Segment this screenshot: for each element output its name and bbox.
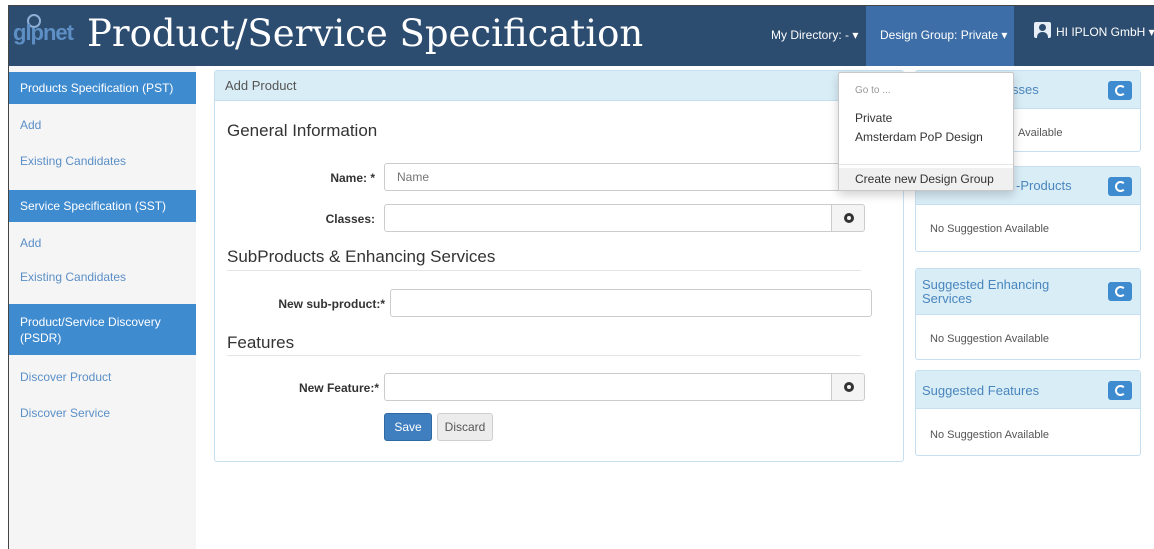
sidebar-heading-pst: Products Specification (PST) (9, 72, 196, 104)
sidebar-link-sst-existing[interactable]: Existing Candidates (20, 270, 126, 284)
suggested-features-card: Suggested Features No Suggestion Availab… (915, 370, 1141, 456)
dropdown-item-private[interactable]: Private (855, 111, 892, 125)
card-body-text: No Suggestion Available (930, 223, 1050, 235)
sidebar-link-pst-add[interactable]: Add (20, 118, 41, 132)
dropdown-item-amsterdam-pop-design[interactable]: Amsterdam PoP Design (855, 130, 983, 144)
classes-label: Classes: (325, 212, 375, 226)
logo[interactable]: glpnet (13, 20, 74, 46)
card-title: Suggested Enhancing Services (922, 277, 1050, 306)
section-divider (227, 355, 861, 356)
card-title: Suggested Features (922, 383, 1040, 398)
card-body-text: No Suggestion Available (930, 333, 1050, 345)
sidebar: Products Specification (PST) Add Existin… (9, 66, 196, 549)
card-heading: Suggested Enhancing Services (916, 269, 1140, 315)
card-heading: Suggested Features (916, 371, 1140, 409)
card-title: sses (1012, 82, 1039, 97)
features-title: Features (227, 333, 295, 352)
refresh-icon[interactable] (1108, 81, 1132, 100)
create-new-design-group[interactable]: Create new Design Group (855, 172, 994, 186)
app-frame: glpnet Product/Service Specification My … (8, 5, 1154, 549)
panel-heading: Add Product (215, 71, 903, 101)
card-body-text: No Suggestion Available (930, 429, 1050, 441)
design-group-dropdown[interactable]: Design Group: Private ▾ (866, 6, 1014, 66)
new-feature-input[interactable] (384, 373, 832, 401)
classes-input[interactable] (384, 204, 832, 232)
new-subproduct-input[interactable] (390, 289, 872, 317)
refresh-icon[interactable] (1108, 381, 1132, 400)
section-divider (227, 270, 861, 271)
add-product-panel: Add Product General Information Name: * … (214, 70, 904, 462)
discard-button[interactable]: Discard (437, 413, 493, 441)
suggested-enhancing-services-card: Suggested Enhancing Services No Suggesti… (915, 268, 1141, 360)
refresh-icon[interactable] (1108, 177, 1132, 196)
sidebar-link-sst-add[interactable]: Add (20, 236, 41, 250)
name-input[interactable] (384, 163, 864, 191)
sidebar-link-discover-product[interactable]: Discover Product (20, 370, 111, 384)
refresh-icon[interactable] (1108, 282, 1132, 301)
design-group-menu: Go to ... Private Amsterdam PoP Design C… (838, 72, 1014, 191)
top-navbar: glpnet Product/Service Specification My … (9, 6, 1154, 66)
new-feature-label: New Feature:* (298, 381, 379, 395)
card-title: -Products (1016, 178, 1072, 193)
sidebar-link-discover-service[interactable]: Discover Service (20, 406, 110, 420)
sidebar-link-pst-existing[interactable]: Existing Candidates (20, 154, 126, 168)
user-name: HI IPLON GmbH ▾ (1056, 25, 1154, 39)
user-menu[interactable]: HI IPLON GmbH ▾ (1034, 6, 1154, 66)
sidebar-heading-psdr: Product/Service Discovery (PSDR) (9, 304, 196, 355)
my-directory-dropdown[interactable]: My Directory: - ▾ (771, 28, 858, 42)
name-label: Name: * (330, 171, 375, 185)
save-button[interactable]: Save (384, 413, 432, 441)
general-information-title: General Information (227, 121, 378, 140)
user-icon (1034, 22, 1051, 38)
card-body-text: Available (1018, 127, 1063, 139)
new-subproduct-label: New sub-product:* (278, 297, 385, 311)
subproducts-title: SubProducts & Enhancing Services (227, 247, 496, 266)
app-title: Product/Service Specification (87, 12, 644, 55)
dropdown-divider (839, 164, 1013, 165)
add-class-plus-circle-icon[interactable] (831, 204, 865, 232)
sidebar-heading-sst: Service Specification (SST) (9, 190, 196, 222)
dropdown-header: Go to ... (855, 85, 891, 96)
add-feature-plus-circle-icon[interactable] (831, 373, 865, 401)
design-group-label: Design Group: Private ▾ (880, 28, 1008, 42)
